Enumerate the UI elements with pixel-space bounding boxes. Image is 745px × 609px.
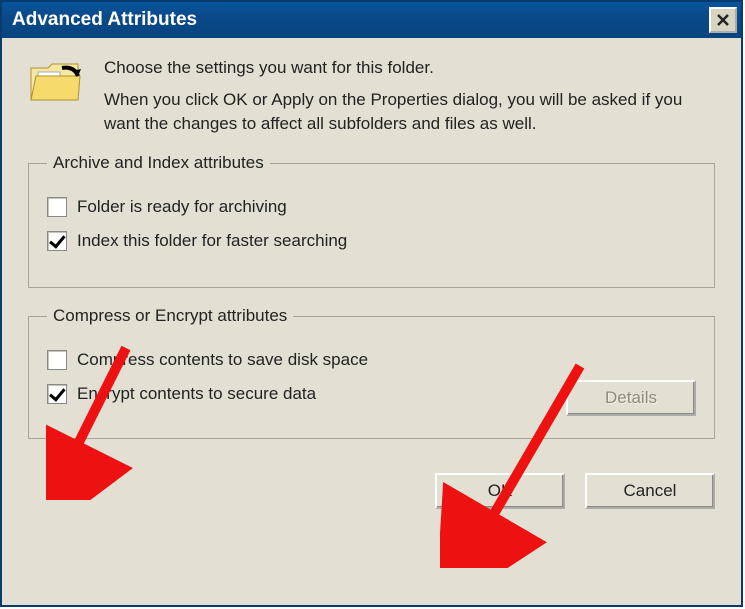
check-row-archiving: Folder is ready for archiving	[47, 197, 696, 217]
ok-button[interactable]: OK	[435, 473, 565, 509]
label-folder-ready-archiving[interactable]: Folder is ready for archiving	[77, 197, 287, 217]
cancel-button[interactable]: Cancel	[585, 473, 715, 509]
intro-line2: When you click OK or Apply on the Proper…	[104, 88, 715, 136]
label-compress-contents[interactable]: Compress contents to save disk space	[77, 350, 368, 370]
group-archive-legend: Archive and Index attributes	[47, 153, 270, 173]
group-compress-encrypt: Compress or Encrypt attributes Compress …	[28, 306, 715, 439]
dialog-button-row: OK Cancel	[2, 453, 741, 529]
group-archive-index: Archive and Index attributes Folder is r…	[28, 153, 715, 288]
checkbox-index-folder[interactable]	[47, 231, 67, 251]
checkbox-compress-contents[interactable]	[47, 350, 67, 370]
folder-icon	[28, 56, 86, 135]
dialog-content: Choose the settings you want for this fo…	[2, 38, 741, 453]
label-encrypt-contents[interactable]: Encrypt contents to secure data	[77, 384, 316, 404]
check-row-index-folder: Index this folder for faster searching	[47, 231, 696, 251]
intro-section: Choose the settings you want for this fo…	[28, 56, 715, 135]
close-button[interactable]	[709, 7, 737, 33]
close-icon	[716, 13, 730, 27]
intro-line1: Choose the settings you want for this fo…	[104, 56, 715, 80]
titlebar: Advanced Attributes	[2, 2, 741, 38]
group-compress-legend: Compress or Encrypt attributes	[47, 306, 293, 326]
dialog-window: Advanced Attributes	[0, 0, 743, 607]
checkbox-encrypt-contents[interactable]	[47, 384, 67, 404]
check-row-compress: Compress contents to save disk space	[47, 350, 696, 370]
label-index-folder[interactable]: Index this folder for faster searching	[77, 231, 347, 251]
window-title: Advanced Attributes	[12, 9, 709, 31]
check-row-encrypt: Encrypt contents to secure data	[47, 384, 696, 404]
intro-text: Choose the settings you want for this fo…	[104, 56, 715, 135]
checkbox-folder-ready-archiving[interactable]	[47, 197, 67, 217]
